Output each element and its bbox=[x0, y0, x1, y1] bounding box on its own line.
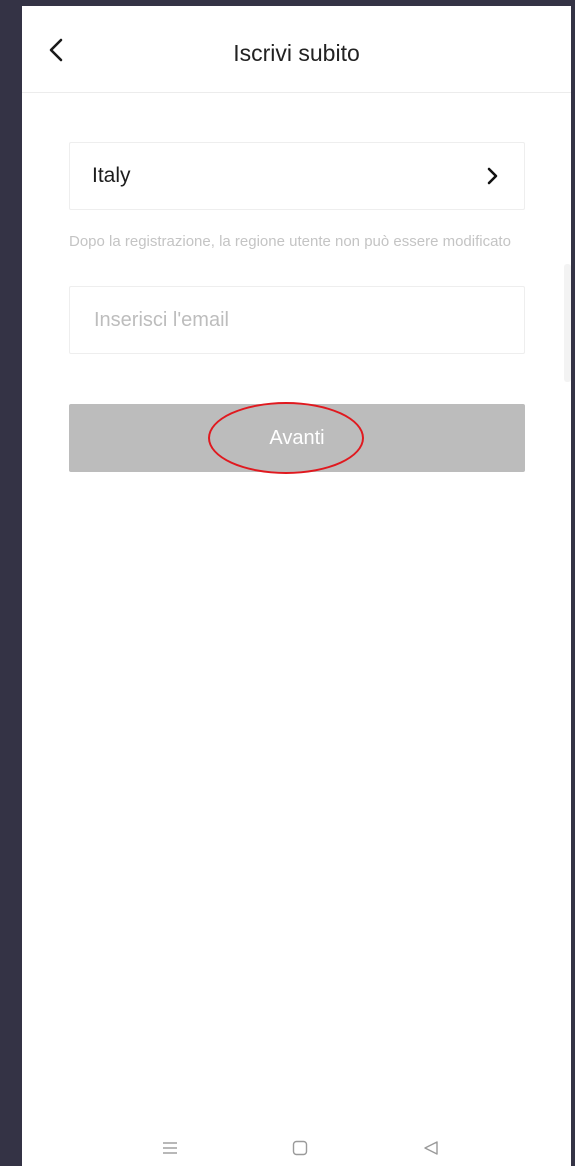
email-field[interactable] bbox=[69, 286, 525, 354]
region-value: Italy bbox=[92, 164, 131, 187]
page-title: Iscrivi subito bbox=[233, 40, 360, 66]
app-screen: Iscrivi subito Italy Dopo la registrazio… bbox=[22, 6, 571, 1166]
system-nav-bar bbox=[22, 1130, 571, 1166]
menu-icon bbox=[163, 1142, 177, 1154]
system-back-button[interactable] bbox=[411, 1130, 451, 1166]
region-note: Dopo la registrazione, la regione utente… bbox=[69, 233, 511, 250]
menu-button[interactable] bbox=[150, 1130, 190, 1166]
top-bar: Iscrivi subito bbox=[22, 6, 571, 93]
home-button[interactable] bbox=[280, 1130, 320, 1166]
next-button[interactable]: Avanti bbox=[69, 404, 525, 472]
chevron-left-icon bbox=[49, 38, 63, 62]
back-button[interactable] bbox=[36, 28, 76, 72]
home-icon bbox=[292, 1140, 308, 1156]
scroll-indicator bbox=[564, 264, 571, 382]
back-triangle-icon bbox=[424, 1141, 438, 1155]
region-selector[interactable]: Italy bbox=[69, 142, 525, 210]
device-frame: Iscrivi subito Italy Dopo la registrazio… bbox=[0, 0, 575, 1166]
chevron-right-icon bbox=[482, 166, 502, 186]
